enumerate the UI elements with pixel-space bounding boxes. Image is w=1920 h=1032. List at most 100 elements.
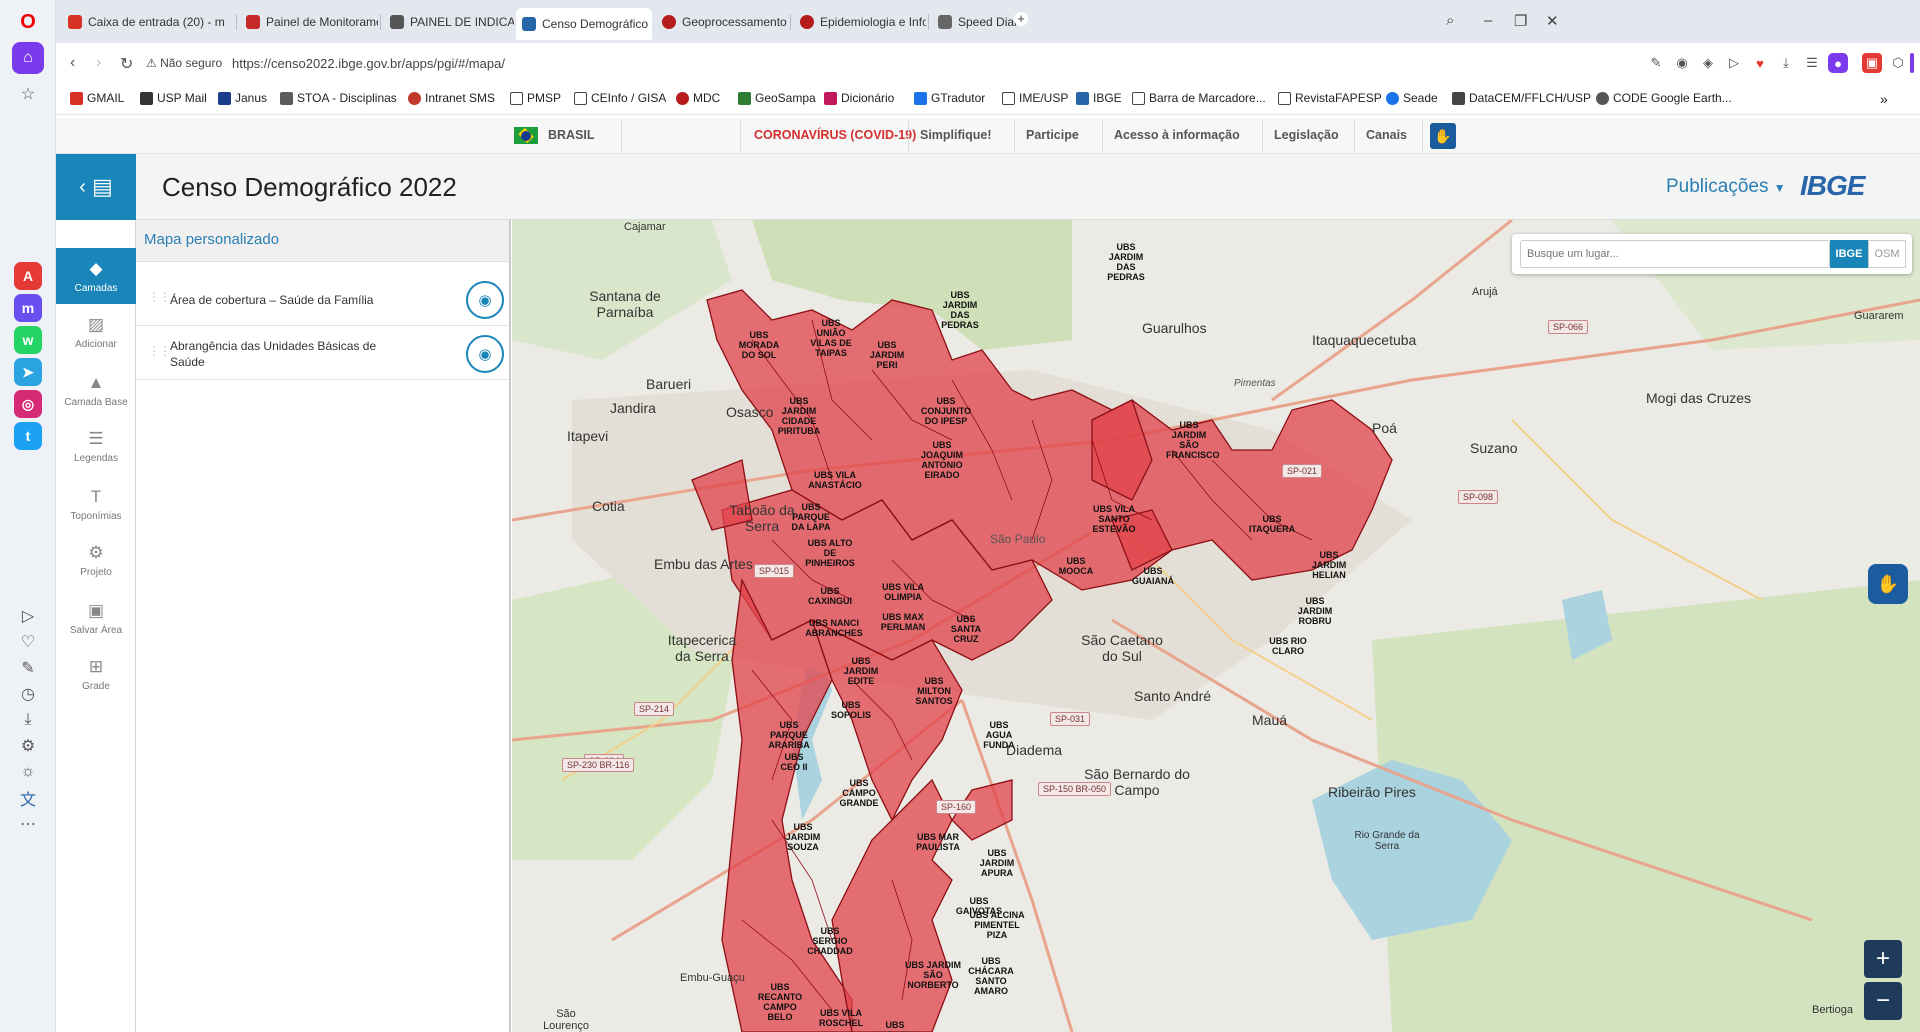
bookmark-revista-fapesp[interactable]: RevistaFAPESP xyxy=(1278,91,1382,105)
tab-epidemiologia[interactable]: Epidemiologia e Informaç xyxy=(794,10,926,34)
shield-icon[interactable]: ◈ xyxy=(1698,53,1718,73)
search-source-osm-button[interactable]: OSM xyxy=(1868,240,1906,268)
extension-icon[interactable]: ▣ xyxy=(1862,53,1882,73)
tab-painel-monitoramento[interactable]: Painel de Monitoramento xyxy=(240,10,378,34)
place-label: Ribeirão Pires xyxy=(1328,784,1416,800)
download-icon[interactable]: ⤓ xyxy=(1776,53,1796,73)
bookmark-dicionario[interactable]: Dicionário xyxy=(824,91,894,105)
search-tabs-icon[interactable]: ⌕ xyxy=(1446,12,1454,29)
zoom-out-button[interactable]: − xyxy=(1864,982,1902,1020)
bookmark-barra-marcadores[interactable]: Barra de Marcadore... xyxy=(1132,91,1266,105)
place-label: Pimentas xyxy=(1234,378,1276,389)
bookmark-datacem[interactable]: DataCEM/FFLCH/USP xyxy=(1452,91,1591,105)
visibility-eye-icon[interactable]: ◉ xyxy=(466,281,504,319)
accessibility-hand-icon[interactable]: ✋ xyxy=(1430,123,1456,149)
opera-logo-icon[interactable]: O xyxy=(12,6,44,38)
reload-icon[interactable]: ↻ xyxy=(120,54,133,74)
telegram-icon[interactable]: ➤ xyxy=(14,358,42,386)
url-field[interactable]: https://censo2022.ibge.gov.br/apps/pgi/#… xyxy=(232,56,505,71)
tab-strip: Caixa de entrada (20) - m Painel de Moni… xyxy=(56,0,1920,43)
zoom-in-button[interactable]: + xyxy=(1864,940,1902,978)
place-label: Arujá xyxy=(1472,286,1498,298)
bookmark-pmsp[interactable]: PMSP xyxy=(510,91,561,105)
bookmark-janus[interactable]: Janus xyxy=(218,91,267,105)
map-view[interactable]: Cajamar Santana de Parnaíba Barueri Jand… xyxy=(512,220,1920,1032)
close-window-button[interactable]: ✕ xyxy=(1546,12,1559,30)
edit-page-icon[interactable]: ✎ xyxy=(1646,53,1666,73)
tab-censo-demografico[interactable]: Censo Demográfico 2022 xyxy=(516,8,652,40)
bookmark-intranet-sms[interactable]: Intranet SMS xyxy=(408,91,495,105)
place-label: Suzano xyxy=(1470,440,1518,456)
rail-camadas[interactable]: ◆ Camadas xyxy=(56,248,136,304)
send-icon[interactable]: ▷ xyxy=(1724,53,1744,73)
bookmark-code-google-earth[interactable]: CODE Google Earth... xyxy=(1596,91,1732,105)
rail-grade[interactable]: ⊞ Grade xyxy=(56,646,136,702)
tab-painel-indicadores[interactable]: PAINEL DE INDICADORES xyxy=(384,10,514,34)
messenger-icon[interactable]: m xyxy=(14,294,42,322)
drag-handle-icon[interactable]: ⋮⋮ xyxy=(148,290,171,304)
layer-row[interactable]: ⋮⋮ Abrangência das Unidades Básicas de S… xyxy=(136,326,509,380)
gov-legislacao-link[interactable]: Legislação xyxy=(1274,128,1339,142)
gov-simplifique-link[interactable]: Simplifique! xyxy=(920,128,992,142)
vlibras-hand-icon[interactable]: ✋ xyxy=(1868,564,1908,604)
bookmark-stoa[interactable]: STOA - Disciplinas xyxy=(280,91,397,105)
visibility-eye-icon[interactable]: ◉ xyxy=(466,335,504,373)
aria-app-icon[interactable]: A xyxy=(14,262,42,290)
gov-covid-link[interactable]: CORONAVÍRUS (COVID-19) xyxy=(754,128,916,142)
gov-acesso-informacao-link[interactable]: Acesso à informação xyxy=(1114,128,1240,142)
gov-canais-link[interactable]: Canais xyxy=(1366,128,1407,142)
camera-icon[interactable]: ◉ xyxy=(1672,53,1692,73)
tool-rail: ◆ Camadas ▨ Adicionar ▲ Camada Base ☰ Legend… xyxy=(56,220,136,1032)
bookmark-geosampa[interactable]: GeoSampa xyxy=(738,91,816,105)
publicacoes-menu[interactable]: Publicações ▼ xyxy=(1666,176,1786,198)
forward-icon[interactable]: › xyxy=(96,54,101,72)
minimize-button[interactable]: – xyxy=(1484,12,1492,29)
brazil-flag-icon xyxy=(514,127,538,144)
home-icon[interactable]: ⌂ xyxy=(12,42,44,74)
rail-adicionar[interactable]: ▨ Adicionar xyxy=(56,304,136,360)
drag-handle-icon[interactable]: ⋮⋮ xyxy=(148,344,171,358)
rail-projeto[interactable]: ⚙ Projeto xyxy=(56,532,136,588)
bookmark-ibge[interactable]: IBGE xyxy=(1076,91,1122,105)
bookmark-gmail[interactable]: GMAIL xyxy=(70,91,124,105)
search-input[interactable] xyxy=(1520,240,1830,268)
ibge-logo[interactable]: IBGE xyxy=(1800,170,1865,202)
rail-toponimias[interactable]: T Toponímias xyxy=(56,476,136,532)
gov-bar: BRASIL CORONAVÍRUS (COVID-19) Simplifiqu… xyxy=(56,118,1920,154)
bookmarks-overflow-icon[interactable]: » xyxy=(1880,91,1888,107)
bookmark-usp-mail[interactable]: USP Mail xyxy=(140,91,207,105)
layer-row[interactable]: ⋮⋮ Área de cobertura – Saúde da Família … xyxy=(136,272,509,326)
tab-speed-dial[interactable]: Speed Dial xyxy=(932,10,1022,34)
gov-participe-link[interactable]: Participe xyxy=(1026,128,1079,142)
rail-salvar-area[interactable]: ▣ Salvar Área xyxy=(56,590,136,646)
profile-icon[interactable]: ● xyxy=(1828,53,1848,73)
instagram-icon[interactable]: ◎ xyxy=(14,390,42,418)
star-icon[interactable]: ☆ xyxy=(12,78,44,110)
collapse-panel-button[interactable]: ‹ ▤ xyxy=(56,154,136,220)
new-tab-button[interactable]: + xyxy=(1014,12,1028,26)
heart-icon[interactable]: ♥ xyxy=(1750,53,1770,73)
easy-setup-icon[interactable]: ☰ xyxy=(1802,53,1822,73)
tab-gmail[interactable]: Caixa de entrada (20) - m xyxy=(62,10,234,34)
ubs-label: UBS JARDIM EDITE xyxy=(843,656,879,686)
map-canvas xyxy=(512,220,1920,1032)
restore-button[interactable]: ❐ xyxy=(1514,12,1527,30)
cube-icon[interactable]: ⬡ xyxy=(1888,53,1908,73)
whatsapp-icon[interactable]: w xyxy=(14,326,42,354)
security-indicator[interactable]: ⚠ Não seguro xyxy=(146,56,222,70)
search-source-ibge-button[interactable]: IBGE xyxy=(1830,240,1868,268)
rail-camada-base[interactable]: ▲ Camada Base xyxy=(56,362,136,418)
ubs-label: UBS CHÁCARA SANTO AMARO xyxy=(968,956,1014,996)
bookmark-ceinfo[interactable]: CEInfo / GISA xyxy=(574,91,666,105)
bookmark-seade[interactable]: Seade xyxy=(1386,91,1438,105)
back-icon[interactable]: ‹ xyxy=(70,54,75,72)
bookmark-mdc[interactable]: MDC xyxy=(676,91,720,105)
bookmark-gtradutor[interactable]: GTradutor xyxy=(914,91,985,105)
rail-legendas[interactable]: ☰ Legendas xyxy=(56,418,136,474)
more-icon[interactable]: ⋯ xyxy=(12,808,44,840)
twitter-icon[interactable]: t xyxy=(14,422,42,450)
gov-brasil-link[interactable]: BRASIL xyxy=(548,128,595,142)
bookmark-ime-usp[interactable]: IME/USP xyxy=(1002,91,1068,105)
tab-geoprocessamento[interactable]: Geoprocessamento e Infor xyxy=(656,10,788,34)
sidebar-indicator xyxy=(1910,53,1914,73)
